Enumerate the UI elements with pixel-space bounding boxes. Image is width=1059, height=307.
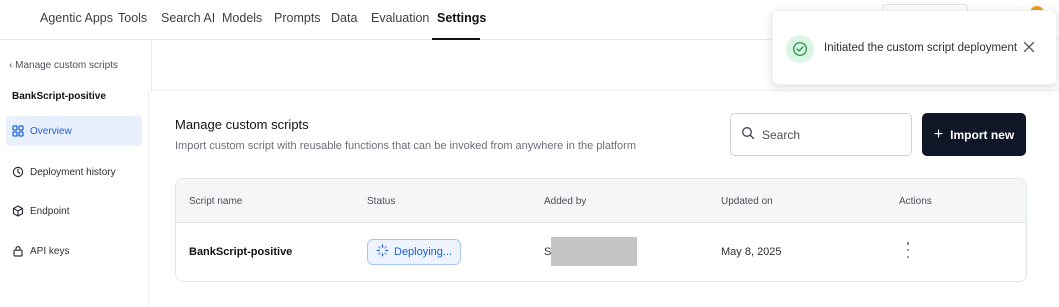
tab-settings[interactable]: Settings [437, 11, 486, 25]
tab-agentic-apps[interactable]: Agentic Apps [40, 11, 113, 25]
script-name-cell[interactable]: BankScript-positive [189, 246, 292, 258]
sidebar-item-api-keys[interactable]: API keys [6, 236, 142, 266]
import-new-label: Import new [950, 127, 1015, 142]
tab-tools[interactable]: Tools [118, 11, 147, 25]
sidebar-item-label: API keys [30, 245, 70, 257]
spinner-icon [376, 244, 394, 260]
sidebar: ‹ Manage custom scripts BankScript-posit… [0, 41, 152, 307]
status-badge: Deploying... [367, 239, 462, 265]
back-link[interactable]: ‹ Manage custom scripts [9, 60, 118, 71]
sidebar-item-label: Overview [30, 125, 72, 137]
plus-icon: + [933, 125, 944, 143]
redacted-user-name [551, 237, 637, 266]
more-actions-icon[interactable] [904, 242, 912, 258]
column-header-status[interactable]: Status [367, 196, 395, 207]
page-subtitle: Import custom script with reusable funct… [175, 140, 636, 152]
close-icon[interactable] [1022, 40, 1038, 56]
history-icon [12, 166, 24, 178]
status-label: Deploying... [394, 246, 453, 258]
column-header-script-name[interactable]: Script name [189, 196, 242, 207]
toast-message: Initiated the custom script deployment [824, 42, 1018, 54]
column-header-updated-on[interactable]: Updated on [721, 196, 773, 207]
sidebar-item-overview[interactable]: Overview [6, 116, 142, 146]
tab-evaluation[interactable]: Evaluation [371, 11, 429, 25]
script-title: BankScript-positive [12, 91, 106, 102]
sidebar-item-label: Deployment history [30, 166, 116, 178]
tab-data[interactable]: Data [331, 11, 357, 25]
search-icon [741, 126, 755, 143]
sidebar-item-endpoint[interactable]: Endpoint [6, 196, 142, 226]
scripts-table: Script name Status Added by Updated on A… [175, 178, 1027, 282]
grid-icon [12, 125, 24, 137]
sidebar-item-deployment-history[interactable]: Deployment history [6, 157, 142, 187]
cube-icon [12, 205, 24, 217]
sidebar-item-label: Endpoint [30, 205, 70, 217]
search-box[interactable] [730, 113, 912, 156]
column-header-actions: Actions [899, 196, 932, 207]
tab-prompts[interactable]: Prompts [274, 11, 321, 25]
toast-notification: Initiated the custom script deployment [772, 10, 1057, 85]
page-title: Manage custom scripts [175, 117, 309, 132]
column-header-added-by[interactable]: Added by [544, 196, 586, 207]
active-tab-indicator [432, 38, 480, 40]
tab-models[interactable]: Models [222, 11, 262, 25]
updated-on-cell: May 8, 2025 [721, 246, 782, 258]
lock-icon [12, 245, 24, 257]
search-input[interactable] [762, 127, 902, 142]
check-circle-icon [786, 35, 814, 63]
import-new-button[interactable]: + Import new [922, 113, 1026, 156]
back-link-label: Manage custom scripts [15, 60, 118, 71]
tab-search-ai[interactable]: Search AI [161, 11, 215, 25]
table-header: Script name Status Added by Updated on A… [176, 179, 1026, 223]
